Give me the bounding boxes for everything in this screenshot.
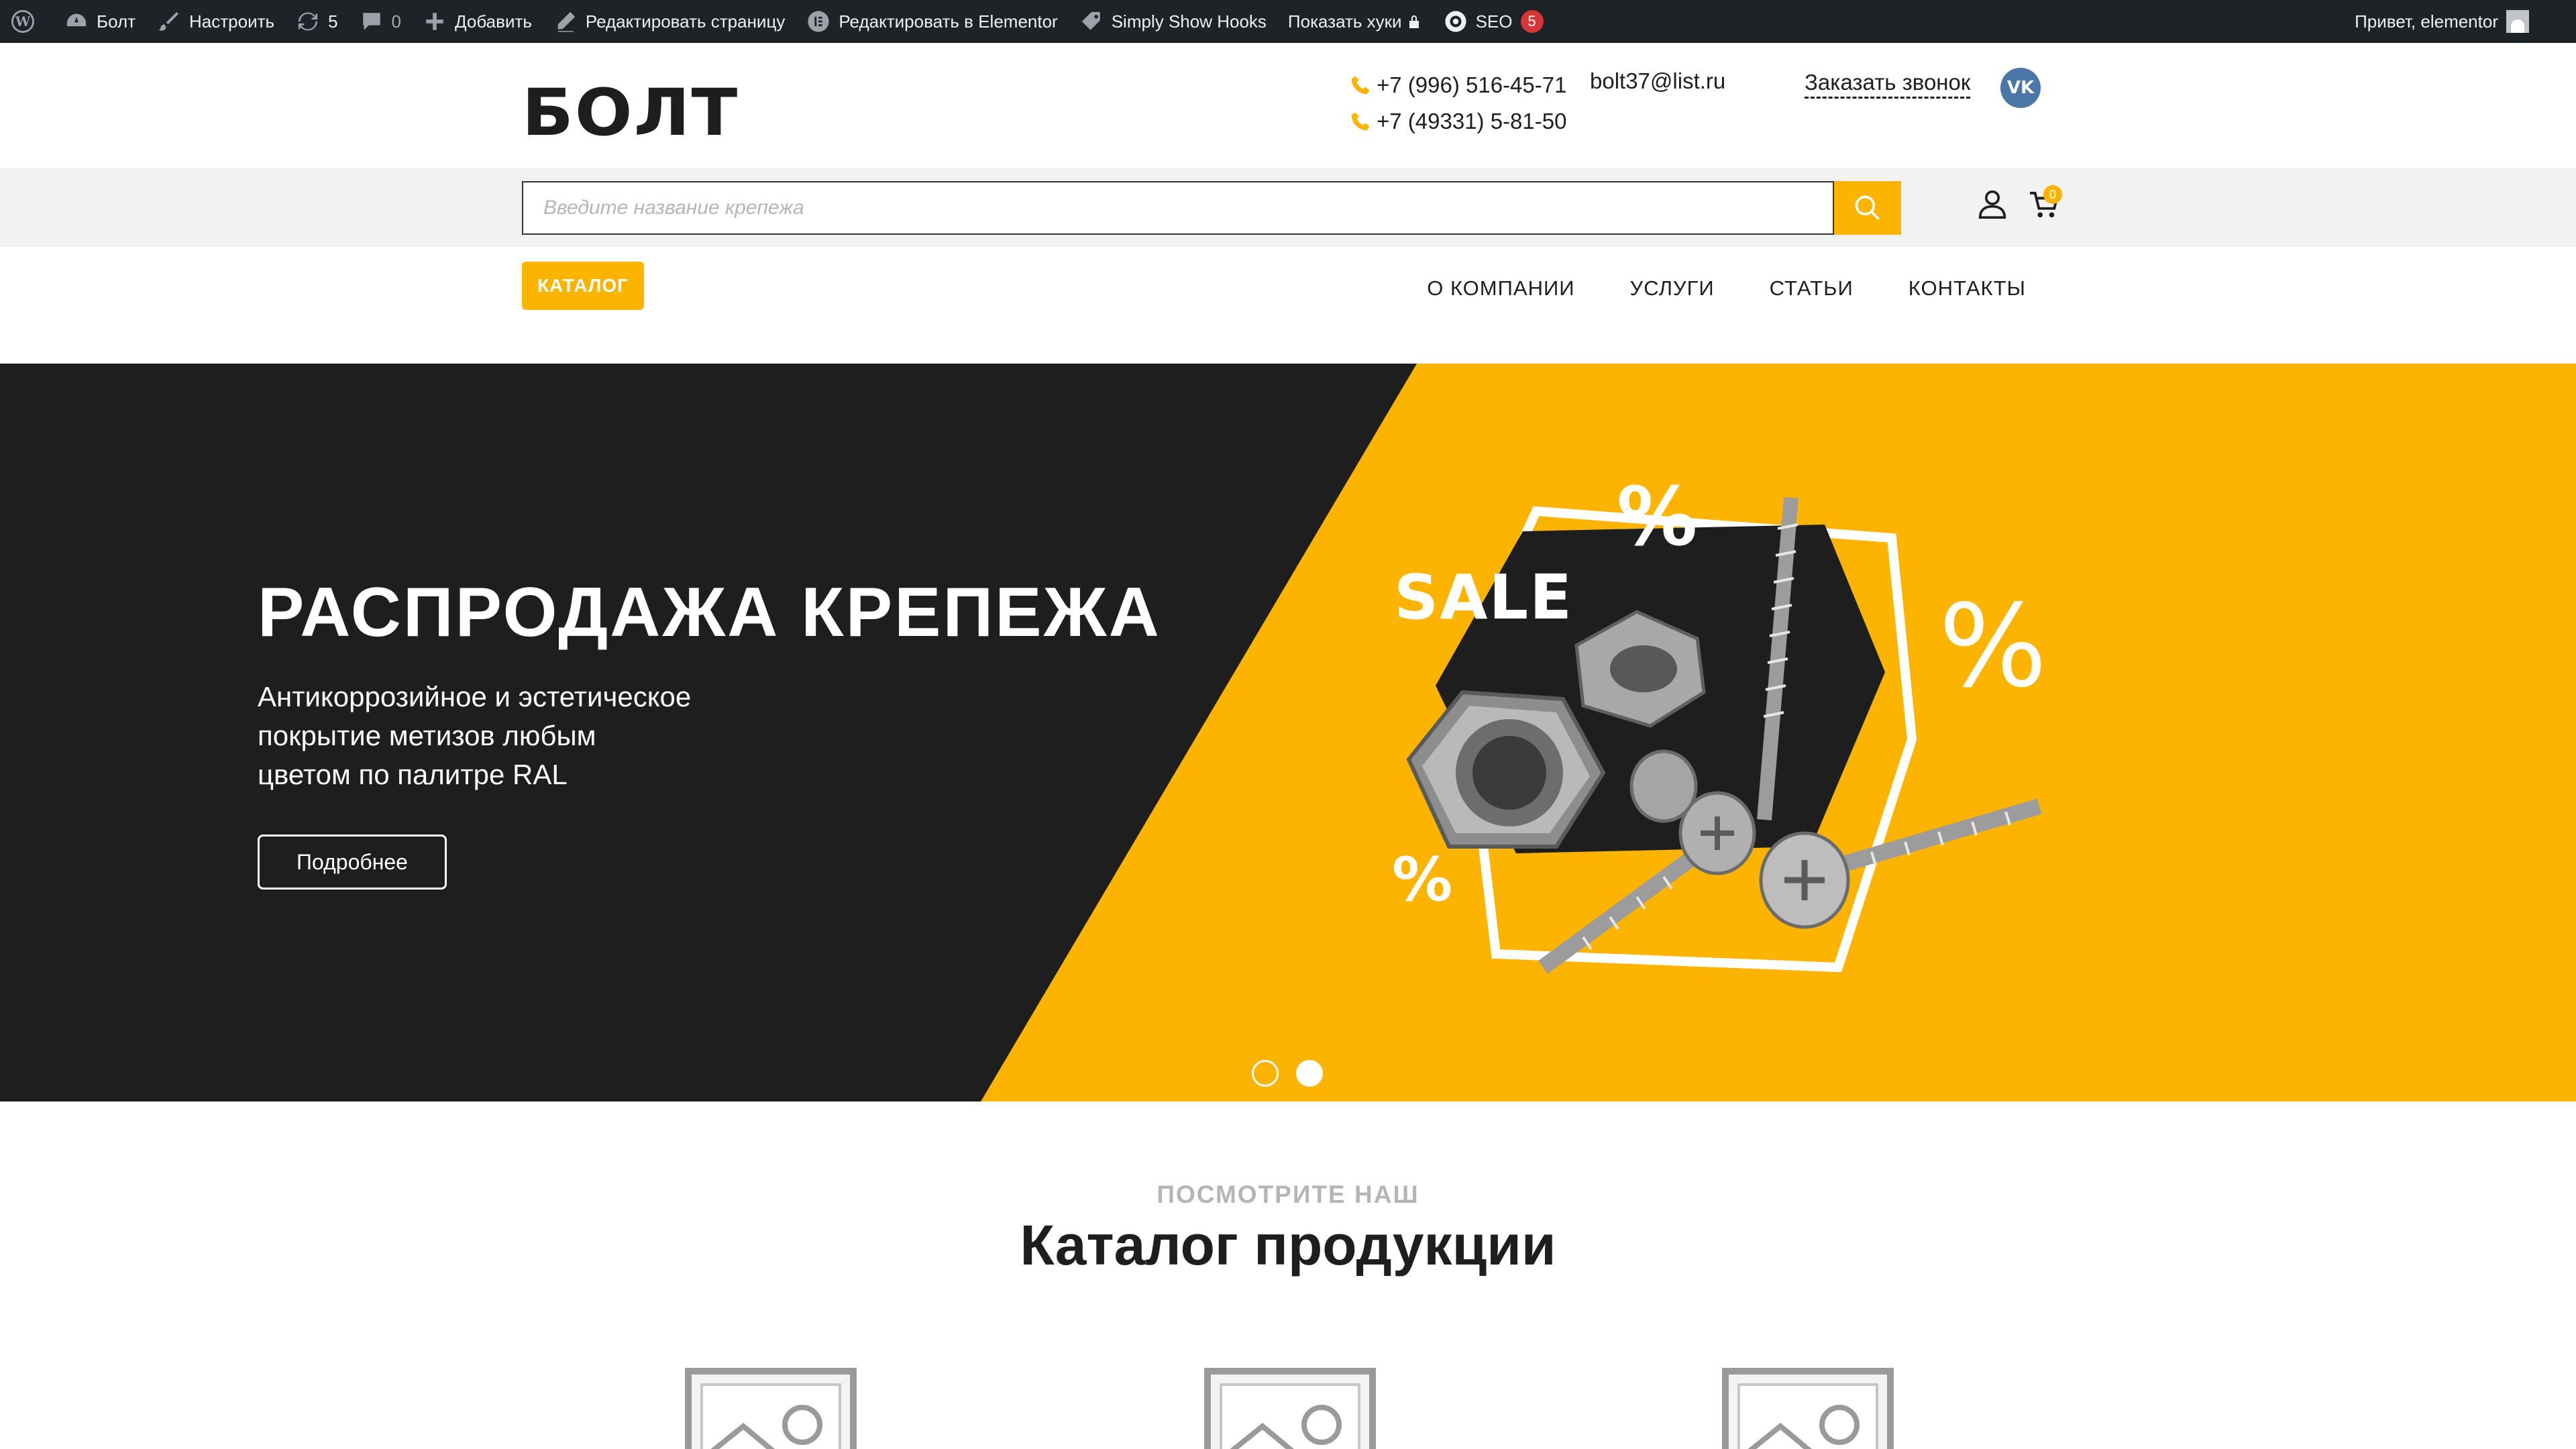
- edit-page-link[interactable]: Редактировать страницу: [543, 0, 796, 43]
- wordpress-logo-icon: W: [11, 9, 35, 34]
- customize-link[interactable]: Настроить: [146, 0, 285, 43]
- sale-text: SALE: [1394, 561, 1573, 633]
- email-link[interactable]: bolt37@list.ru: [1590, 68, 1725, 94]
- hero-subtitle: Антикоррозийное и эстетическое покрытие …: [258, 678, 861, 794]
- hero-title: РАСПРОДАЖА КРЕПЕЖА: [258, 574, 1161, 651]
- section-kicker: ПОСМОТРИТЕ НАШ: [1157, 1181, 1419, 1208]
- search-icon: [1855, 195, 1880, 220]
- edit-elementor-label: Редактировать в Elementor: [839, 11, 1058, 32]
- customize-label: Настроить: [189, 11, 275, 32]
- seo-label: SEO: [1475, 11, 1513, 32]
- add-new-link[interactable]: Добавить: [412, 0, 543, 43]
- percent-sign: %: [1617, 471, 1697, 564]
- site-name-link[interactable]: Болт: [54, 0, 146, 43]
- slider-pagination: [1252, 1060, 1323, 1087]
- main-menu: О КОМПАНИИ УСЛУГИ СТАТЬИ КОНТАКТЫ: [1427, 276, 2026, 301]
- hero-slider: РАСПРОДАЖА КРЕПЕЖА Антикоррозийное и эст…: [0, 364, 2576, 1102]
- percent-sign: %: [1392, 845, 1452, 915]
- hero-subtitle-line: покрытие метизов любым: [258, 720, 596, 751]
- pencil-icon: [553, 9, 578, 34]
- comments-count: 0: [391, 11, 402, 32]
- request-callback-link[interactable]: Заказать звонок: [1805, 70, 1971, 99]
- phone-row-1[interactable]: +7 (996) 516-45-71: [1350, 67, 1566, 103]
- catalog-button[interactable]: КАТАЛОГ: [522, 262, 644, 310]
- phone-icon: [1351, 76, 1370, 95]
- phone-number-1: +7 (996) 516-45-71: [1377, 72, 1567, 97]
- search-button[interactable]: [1834, 181, 1901, 235]
- user-account-icon[interactable]: [1978, 189, 2007, 219]
- comment-bubble-icon: [360, 9, 384, 34]
- greeting-label: Привет, elementor: [2355, 11, 2498, 32]
- image-placeholder-icon[interactable]: [683, 1366, 859, 1449]
- phone-list: +7 (996) 516-45-71 +7 (49331) 5-81-50: [1350, 67, 1566, 140]
- menu-item-articles[interactable]: СТАТЬИ: [1770, 276, 1854, 301]
- wordpress-menu[interactable]: W: [0, 0, 54, 43]
- wp-admin-bar: W Болт Настроить 5 0 Добавить Редактиров…: [0, 0, 2576, 43]
- slider-dot-2[interactable]: [1296, 1060, 1323, 1087]
- vk-social-icon[interactable]: VK: [2000, 68, 2041, 108]
- site-logo[interactable]: БОЛТ: [522, 75, 739, 150]
- elementor-icon: [806, 9, 830, 34]
- lock-icon: [1406, 9, 1422, 34]
- plus-icon: [423, 9, 447, 34]
- screw-head: [1629, 749, 1698, 823]
- svg-text:W: W: [15, 13, 31, 30]
- updates-link[interactable]: 5: [285, 0, 348, 43]
- image-placeholder-icon[interactable]: [1720, 1366, 1896, 1449]
- paintbrush-icon: [157, 9, 181, 34]
- show-hooks-link[interactable]: Показать хуки: [1277, 0, 1433, 43]
- menu-item-contacts[interactable]: КОНТАКТЫ: [1909, 276, 2026, 301]
- cart-count-badge: 0: [2043, 185, 2062, 204]
- menu-item-services[interactable]: УСЛУГИ: [1630, 276, 1715, 301]
- image-placeholder-icon[interactable]: [1202, 1366, 1378, 1449]
- show-hooks-label: Показать хуки: [1287, 11, 1402, 32]
- avatar: [2506, 10, 2529, 33]
- percent-sign: %: [1939, 580, 2047, 713]
- search-input[interactable]: [522, 181, 1834, 235]
- updates-refresh-icon: [296, 9, 320, 34]
- hero-subtitle-line: цветом по палитре RAL: [258, 759, 568, 790]
- simply-show-hooks-label: Simply Show Hooks: [1111, 11, 1267, 32]
- sale-fasteners-illustration: SALE % % %: [1392, 471, 2047, 974]
- simply-show-hooks-link[interactable]: Simply Show Hooks: [1069, 0, 1277, 43]
- comments-link[interactable]: 0: [349, 0, 412, 43]
- site-name-label: Болт: [97, 11, 136, 32]
- phone-row-2[interactable]: +7 (49331) 5-81-50: [1350, 103, 1566, 140]
- screw-head: [1759, 831, 1850, 929]
- seo-gear-icon: [1444, 9, 1468, 34]
- dashboard-gauge-icon: [64, 9, 89, 34]
- updates-count: 5: [328, 11, 338, 32]
- tag-icon: [1079, 9, 1104, 34]
- section-title: Каталог продукции: [1020, 1214, 1556, 1277]
- edit-page-label: Редактировать страницу: [585, 11, 786, 32]
- phone-number-2: +7 (49331) 5-81-50: [1377, 109, 1567, 133]
- hero-subtitle-line: Антикоррозийное и эстетическое: [258, 681, 692, 712]
- edit-elementor-link[interactable]: Редактировать в Elementor: [796, 0, 1068, 43]
- add-new-label: Добавить: [455, 11, 532, 32]
- phone-icon: [1351, 112, 1370, 131]
- account-menu[interactable]: Привет, elementor: [2355, 0, 2529, 43]
- menu-item-about[interactable]: О КОМПАНИИ: [1427, 276, 1574, 301]
- hero-more-button[interactable]: Подробнее: [258, 835, 447, 890]
- seo-notification-badge: 5: [1520, 10, 1544, 33]
- seo-menu[interactable]: SEO 5: [1433, 0, 1554, 43]
- slider-dot-1[interactable]: [1252, 1060, 1279, 1087]
